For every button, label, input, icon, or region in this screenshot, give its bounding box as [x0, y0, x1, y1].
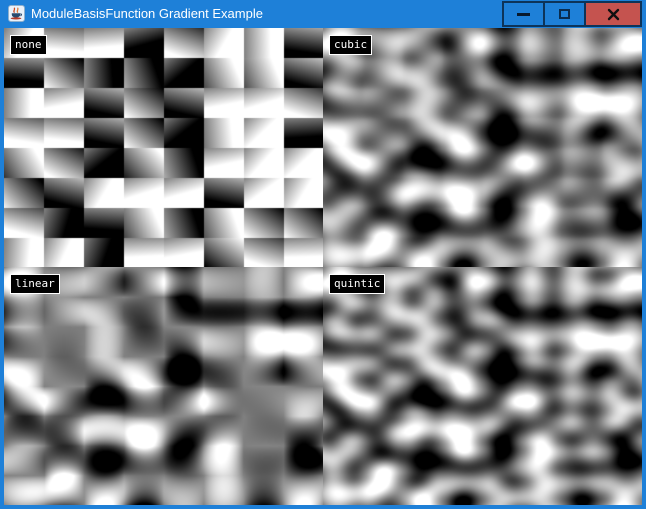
maximize-button[interactable]	[543, 1, 586, 27]
close-button[interactable]	[584, 1, 642, 27]
panel-label-linear: linear	[10, 274, 60, 294]
window-controls	[502, 1, 642, 27]
minimize-button[interactable]	[502, 1, 545, 27]
noise-panel-linear: linear	[4, 267, 323, 505]
close-icon	[607, 8, 620, 21]
noise-canvas-linear	[4, 267, 323, 505]
panel-label-quintic: quintic	[329, 274, 385, 294]
app-window: ModuleBasisFunction Gradient Example non…	[0, 0, 646, 509]
panel-label-cubic: cubic	[329, 35, 372, 55]
titlebar[interactable]: ModuleBasisFunction Gradient Example	[0, 0, 646, 28]
noise-canvas-none	[4, 28, 323, 267]
panel-label-none: none	[10, 35, 47, 55]
noise-panel-none: none	[4, 28, 323, 267]
java-coffee-cup-icon[interactable]	[8, 5, 25, 22]
minimize-icon	[517, 13, 530, 16]
noise-panel-cubic: cubic	[323, 28, 642, 267]
noise-canvas-quintic	[323, 267, 642, 505]
noise-grid: none cubic linear quintic	[4, 28, 642, 505]
window-title: ModuleBasisFunction Gradient Example	[31, 0, 263, 28]
noise-panel-quintic: quintic	[323, 267, 642, 505]
noise-canvas-cubic	[323, 28, 642, 267]
maximize-icon	[559, 9, 570, 19]
